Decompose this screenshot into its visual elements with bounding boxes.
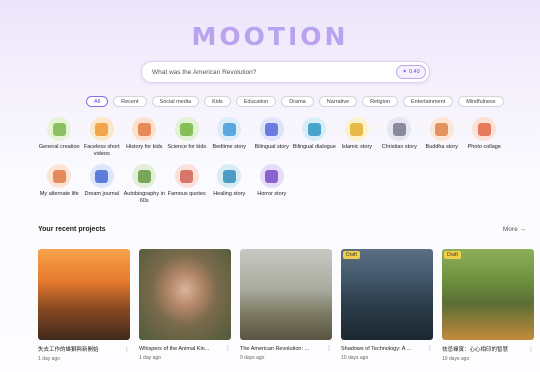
- tool-label: Healing story: [213, 191, 246, 197]
- tool-grid: General creation Faceless short videos His…: [38, 117, 508, 205]
- ghost-icon: [259, 164, 284, 188]
- tool-item[interactable]: Autobiography in 60s: [123, 164, 166, 205]
- category-chip[interactable]: Education: [235, 96, 277, 107]
- portrait-icon: [132, 164, 157, 188]
- category-chip[interactable]: Kids: [204, 96, 231, 107]
- project-thumbnail[interactable]: Draft: [341, 249, 433, 340]
- pen-icon: [89, 164, 114, 188]
- more-options-icon[interactable]: ⋮: [528, 346, 534, 353]
- category-chip[interactable]: Narrative: [318, 96, 358, 107]
- project-thumbnail[interactable]: [38, 249, 130, 340]
- tool-label: Faceless short videos: [83, 144, 120, 157]
- draft-badge: Draft: [444, 251, 461, 259]
- project-card[interactable]: 失去工作的雄獅與新開始 ⋮ 1 day ago: [38, 249, 130, 362]
- credits-button[interactable]: ✦ 0.40: [396, 65, 426, 79]
- tool-label: Horror story: [257, 191, 287, 197]
- tool-item[interactable]: Faceless short videos: [81, 117, 124, 158]
- tool-item[interactable]: History for kids: [123, 117, 166, 158]
- tool-item[interactable]: General creation: [38, 117, 81, 158]
- tool-label: Islamic story: [341, 144, 373, 150]
- tool-item[interactable]: Horror story: [251, 164, 294, 205]
- tool-label: Buddha story: [425, 144, 458, 150]
- category-chip[interactable]: Social media: [151, 96, 200, 107]
- more-link[interactable]: More →: [503, 226, 526, 233]
- category-chip[interactable]: Mindfulness: [458, 96, 504, 107]
- project-thumbnail[interactable]: [240, 249, 332, 340]
- category-chip[interactable]: Recent: [113, 96, 147, 107]
- project-date: 10 days ago: [442, 356, 470, 362]
- tool-label: General creation: [38, 144, 80, 150]
- photo-icon: [472, 117, 497, 141]
- tool-label: Bilingual story: [254, 144, 289, 150]
- tool-label: Photo collage: [467, 144, 501, 150]
- tool-label: Famous quotes: [167, 191, 206, 197]
- tool-label: Dream journal: [84, 191, 120, 197]
- mosque-icon: [344, 117, 369, 141]
- tool-item[interactable]: Science for kids: [166, 117, 209, 158]
- temple-icon: [132, 117, 157, 141]
- project-date: 10 days ago: [341, 355, 369, 361]
- project-title: Shadows of Technology: A ...: [341, 345, 412, 352]
- project-date: 1 day ago: [38, 356, 60, 362]
- tool-item[interactable]: Famous quotes: [166, 164, 209, 205]
- project-title: The American Revolution: ...: [240, 345, 310, 352]
- tool-item[interactable]: Buddha story: [421, 117, 464, 158]
- person-icon: [47, 164, 72, 188]
- more-options-icon[interactable]: ⋮: [124, 346, 130, 353]
- tool-item[interactable]: Dream journal: [81, 164, 124, 205]
- app-logo: MOOTION: [191, 22, 349, 51]
- chat-icon: [302, 117, 327, 141]
- category-chip[interactable]: Entertainment: [402, 96, 454, 107]
- draft-badge: Draft: [343, 251, 360, 259]
- recent-projects-title: Your recent projects: [38, 226, 106, 233]
- project-card[interactable]: Whispers of the Animal Kin... ⋮ 1 day ago: [139, 249, 231, 362]
- project-thumbnail[interactable]: [139, 249, 231, 340]
- project-title: 祛忌禪寅：心心相印的智慧: [442, 347, 509, 353]
- sparkle-icon: ✦: [402, 69, 407, 75]
- tool-label: Autobiography in 60s: [123, 191, 165, 204]
- category-filter: All Recent Social media Kids Education Drama N…: [86, 96, 504, 107]
- project-date: 9 days ago: [240, 355, 265, 361]
- tool-item[interactable]: Bedtime story: [208, 117, 251, 158]
- project-title: 失去工作的雄獅與新開始: [38, 347, 99, 353]
- search-input[interactable]: [152, 68, 429, 76]
- project-card[interactable]: Draft Shadows of Technology: A ... ⋮ 10 day…: [341, 249, 433, 362]
- tool-item[interactable]: Christian story: [378, 117, 421, 158]
- tool-item[interactable]: Islamic story: [336, 117, 379, 158]
- category-chip[interactable]: Religion: [362, 96, 398, 107]
- tool-item[interactable]: Healing story: [208, 164, 251, 205]
- tool-label: Bedtime story: [212, 144, 247, 150]
- tool-item[interactable]: Bilingual story: [251, 117, 294, 158]
- category-chip[interactable]: Drama: [281, 96, 314, 107]
- credits-value: 0.40: [408, 69, 420, 75]
- lotus-icon: [429, 117, 454, 141]
- search-bar[interactable]: ✦ 0.40: [141, 61, 430, 83]
- recent-projects-list: 失去工作的雄獅與新開始 ⋮ 1 day ago Whispers of the Ani…: [38, 249, 534, 362]
- tool-label: Science for kids: [167, 144, 207, 150]
- tool-item[interactable]: My alternate life: [38, 164, 81, 205]
- heart-icon: [217, 164, 242, 188]
- tool-label: History for kids: [126, 144, 163, 150]
- project-thumbnail[interactable]: Draft: [442, 249, 534, 340]
- category-chip[interactable]: All: [86, 96, 109, 107]
- video-icon: [89, 117, 114, 141]
- translate-icon: [259, 117, 284, 141]
- more-options-icon[interactable]: ⋮: [427, 345, 433, 352]
- tool-label: My alternate life: [39, 191, 79, 197]
- project-card[interactable]: Draft 祛忌禪寅：心心相印的智慧 ⋮ 10 days ago: [442, 249, 534, 362]
- project-date: 1 day ago: [139, 355, 161, 361]
- more-options-icon[interactable]: ⋮: [225, 345, 231, 352]
- project-card[interactable]: The American Revolution: ... ⋮ 9 days ago: [240, 249, 332, 362]
- lightbulb-icon: [47, 117, 72, 141]
- project-title: Whispers of the Animal Kin...: [139, 345, 210, 352]
- flask-icon: [174, 117, 199, 141]
- tool-label: Christian story: [381, 144, 417, 150]
- cross-icon: [387, 117, 412, 141]
- tool-label: Bilingual dialogue: [292, 144, 336, 150]
- tool-item[interactable]: Photo collage: [463, 117, 506, 158]
- more-options-icon[interactable]: ⋮: [326, 345, 332, 352]
- quote-icon: [174, 164, 199, 188]
- book-icon: [217, 117, 242, 141]
- tool-item[interactable]: Bilingual dialogue: [293, 117, 336, 158]
